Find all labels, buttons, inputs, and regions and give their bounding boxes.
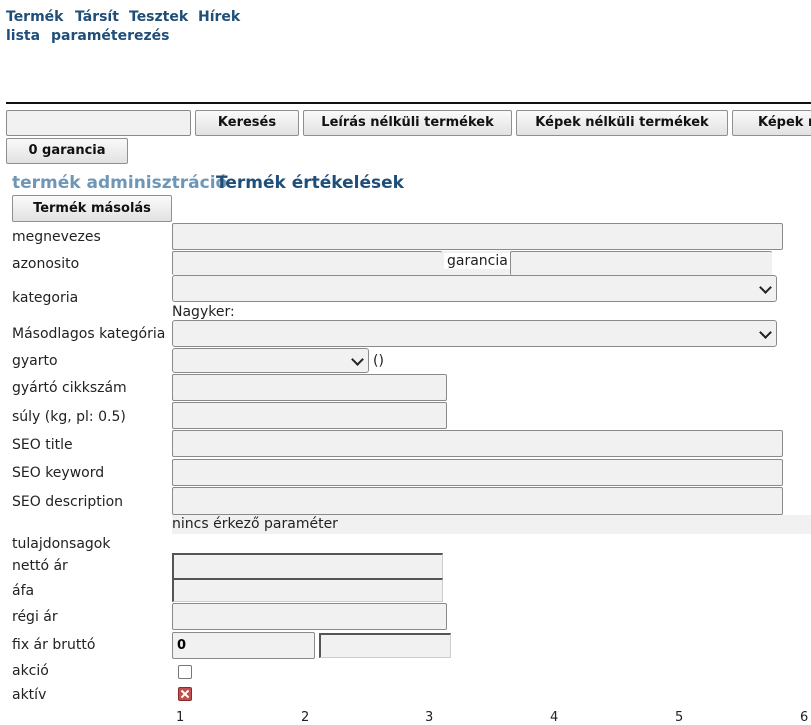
search-input[interactable] (6, 110, 191, 136)
id-input[interactable] (172, 251, 442, 275)
label-weight: súly (kg, pl: 0.5) (12, 409, 126, 425)
label-vat: áfa (12, 583, 35, 599)
chevron-down-icon (759, 325, 772, 339)
scale-number: 5 (675, 710, 684, 725)
guarantee-label: garancia (444, 253, 511, 269)
weight-input[interactable] (172, 402, 447, 429)
label-old-price: régi ár (12, 609, 58, 625)
label-mfr-sku: gyártó cikkszám (12, 380, 127, 396)
label-secondary-category: Másodlagos kategória (12, 326, 166, 342)
manufacturer-select[interactable] (172, 348, 369, 373)
sale-checkbox[interactable] (178, 665, 192, 679)
label-manufacturer: gyarto (12, 353, 58, 369)
guarantee-filter-button[interactable]: 0 garancia (6, 138, 128, 164)
label-seo-keyword: SEO keyword (12, 465, 105, 481)
chevron-down-icon (351, 352, 364, 366)
label-sale: akció (12, 663, 49, 679)
label-fixed-gross: fix ár bruttó (12, 637, 96, 653)
no-parameter-text: nincs érkező paraméter (172, 516, 338, 532)
nav-tesztek[interactable]: Tesztek (129, 9, 188, 25)
label-active: aktív (12, 687, 47, 703)
seo-keyword-input[interactable] (172, 459, 783, 486)
label-net-price: nettó ár (12, 558, 68, 574)
wholesale-label: Nagyker: (172, 304, 235, 320)
manufacturer-suffix: () (373, 353, 384, 369)
category-select[interactable] (172, 275, 777, 302)
seo-description-input[interactable] (172, 487, 783, 515)
scale-number: 1 (176, 710, 185, 725)
nav-parameterezes[interactable]: paraméterezés (51, 28, 169, 44)
mfr-sku-input[interactable] (172, 374, 447, 401)
search-button[interactable]: Keresés (195, 110, 299, 136)
scale-number: 2 (301, 710, 310, 725)
truncated-products-button[interactable]: Képek n (732, 110, 811, 136)
scale-number: 3 (425, 710, 434, 725)
copy-product-button[interactable]: Termék másolás (12, 195, 172, 222)
chevron-down-icon (759, 280, 772, 294)
secondary-category-select[interactable] (172, 320, 777, 347)
label-seo-description: SEO description (12, 494, 124, 510)
scale-number: 4 (550, 710, 559, 725)
label-seo-title: SEO title (12, 437, 73, 453)
label-properties: tulajdonsagok (12, 536, 111, 552)
nav-lista[interactable]: lista (6, 28, 40, 44)
nav-hirek[interactable]: Hírek (198, 9, 240, 25)
seo-title-input[interactable] (172, 430, 783, 457)
tab-product-admin[interactable]: termék adminisztráció (12, 173, 227, 193)
vat-input[interactable] (172, 578, 443, 602)
fixed-gross-secondary-input[interactable] (319, 633, 451, 658)
guarantee-input[interactable] (510, 251, 772, 275)
nav-tarsit[interactable]: Társít (75, 9, 119, 25)
no-description-products-button[interactable]: Leírás nélküli termékek (303, 110, 512, 136)
tab-product-ratings[interactable]: Termék értékelések (216, 173, 404, 193)
no-image-products-button[interactable]: Képek nélküli termékek (516, 110, 728, 136)
nav-termek[interactable]: Termék (6, 9, 63, 25)
scale-number: 6 (800, 710, 809, 725)
fixed-gross-input[interactable] (172, 632, 315, 659)
old-price-input[interactable] (172, 603, 447, 630)
net-price-input[interactable] (172, 553, 443, 579)
header-divider (6, 102, 811, 104)
label-name: megnevezes (12, 229, 101, 245)
active-checkbox[interactable] (178, 687, 192, 701)
label-category: kategoria (12, 290, 79, 306)
label-id: azonosito (12, 256, 80, 272)
name-input[interactable] (172, 223, 783, 250)
